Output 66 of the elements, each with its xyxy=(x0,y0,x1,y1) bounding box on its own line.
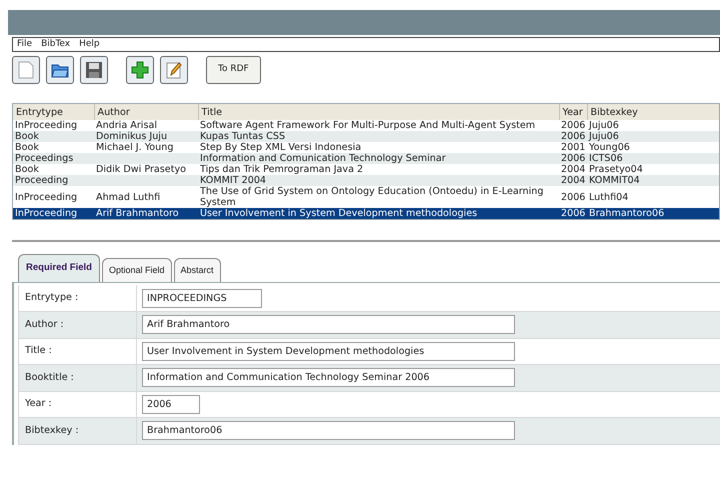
table-cell: The Use of Grid System on Ontology Education (Ontoedu) in E-Learning System xyxy=(200,186,544,208)
table-row[interactable]: Book Didik Dwi Prasetyo Tips dan Trik Pemrograman Java 2 2004 Prasetyo04 xyxy=(13,164,719,175)
table-cell: Proceeding xyxy=(15,175,68,186)
table-cell: KOMMIT04 xyxy=(589,175,640,186)
table-cell: ICTS06 xyxy=(589,153,623,164)
pencil-icon[interactable] xyxy=(160,56,188,84)
table-cell: Book xyxy=(15,142,39,153)
field-label: Year : xyxy=(25,398,52,410)
input-field[interactable]: INPROCEEDINGS xyxy=(142,288,262,308)
table-row[interactable]: InProceeding Andria Arisal Software Agent Framework For Multi-Purpose And Multi-Agent System 2006 Juju06 xyxy=(13,120,719,131)
table-cell: Young06 xyxy=(589,142,630,153)
input-field[interactable]: Arif Brahmantoro xyxy=(142,315,515,334)
menu-item[interactable]: Help xyxy=(79,38,100,52)
table-cell: 2006 xyxy=(561,208,586,219)
table-row[interactable]: InProceeding Ahmad Luthfi The Use of Grid System on Ontology Education (Ontoedu) in E-Learning System 2006 Luthfi04 xyxy=(13,186,719,208)
field-label: Title : xyxy=(25,345,52,356)
table-row[interactable]: InProceeding Arif Brahmantoro User Involvement in System Development methodologies 2006 Brahmantoro06 xyxy=(13,208,719,219)
to-rdf-button[interactable]: To RDF xyxy=(206,56,261,84)
table-cell: Juju06 xyxy=(589,120,619,131)
folder-icon[interactable] xyxy=(46,56,74,84)
input-field[interactable]: Brahmantoro06 xyxy=(142,421,515,440)
field-label: Author : xyxy=(25,318,64,330)
table-cell: Prasetyo04 xyxy=(589,164,643,175)
plus-icon[interactable] xyxy=(126,56,154,84)
table-cell: Tips dan Trik Pemrograman Java 2 xyxy=(200,164,364,175)
table-cell: KOMMIT 2004 xyxy=(200,175,266,186)
table-cell: 2006 xyxy=(561,192,586,202)
table-cell: 2006 xyxy=(561,153,586,164)
tab[interactable]: Abstarct xyxy=(174,258,221,282)
table-cell: InProceeding xyxy=(15,192,78,202)
field-label: Entrytype : xyxy=(25,292,78,303)
table-cell: Book xyxy=(15,164,39,175)
table-cell: InProceeding xyxy=(15,120,78,131)
table-cell: 2004 xyxy=(561,175,586,186)
input-field[interactable]: Information and Communication Technology Seminar 2006 xyxy=(142,368,515,388)
table-cell: Step By Step XML Versi Indonesia xyxy=(200,142,362,153)
table-cell: Book xyxy=(15,131,39,142)
new-document-icon[interactable] xyxy=(12,56,40,84)
table-cell: Michael J. Young xyxy=(96,142,174,153)
table-cell: 2006 xyxy=(561,131,586,142)
table-cell: 2004 xyxy=(561,164,586,175)
table-cell: Kupas Tuntas CSS xyxy=(200,131,286,142)
table-cell: Information and Comunication Technology Seminar xyxy=(200,153,446,164)
table-cell: InProceeding xyxy=(15,208,78,219)
table-cell: Ahmad Luthfi xyxy=(96,192,160,202)
table-cell: Dominikus Juju xyxy=(96,131,168,142)
input-field[interactable]: User Involvement in System Development methodologies xyxy=(142,342,515,361)
tab[interactable]: Required Field xyxy=(18,254,100,282)
table-cell: Juju06 xyxy=(589,131,619,142)
table-cell: Software Agent Framework For Multi-Purpose And Multi-Agent System xyxy=(200,120,536,131)
table-cell: Luthfi04 xyxy=(589,192,628,202)
table-cell: Andria Arisal xyxy=(96,120,157,131)
table-row[interactable]: Book Michael J. Young Step By Step XML Versi Indonesia 2001 Young06 xyxy=(13,142,719,153)
menu-item[interactable]: BibTex xyxy=(41,38,70,52)
menu-item[interactable]: File xyxy=(17,38,32,52)
table-cell: Arif Brahmantoro xyxy=(96,208,179,219)
table-cell: User Involvement in System Development methodologies xyxy=(200,208,478,219)
table-cell: Brahmantoro06 xyxy=(589,208,664,219)
field-label: Booktitle : xyxy=(25,372,74,383)
table-cell: Didik Dwi Prasetyo xyxy=(96,164,186,175)
table-cell: 2006 xyxy=(561,120,586,131)
tab[interactable]: Optional Field xyxy=(102,258,172,282)
field-label: Bibtexkey : xyxy=(25,424,79,436)
table-cell: 2001 xyxy=(561,142,586,153)
input-field[interactable]: 2006 xyxy=(142,394,200,414)
table-cell: Proceedings xyxy=(15,153,74,164)
